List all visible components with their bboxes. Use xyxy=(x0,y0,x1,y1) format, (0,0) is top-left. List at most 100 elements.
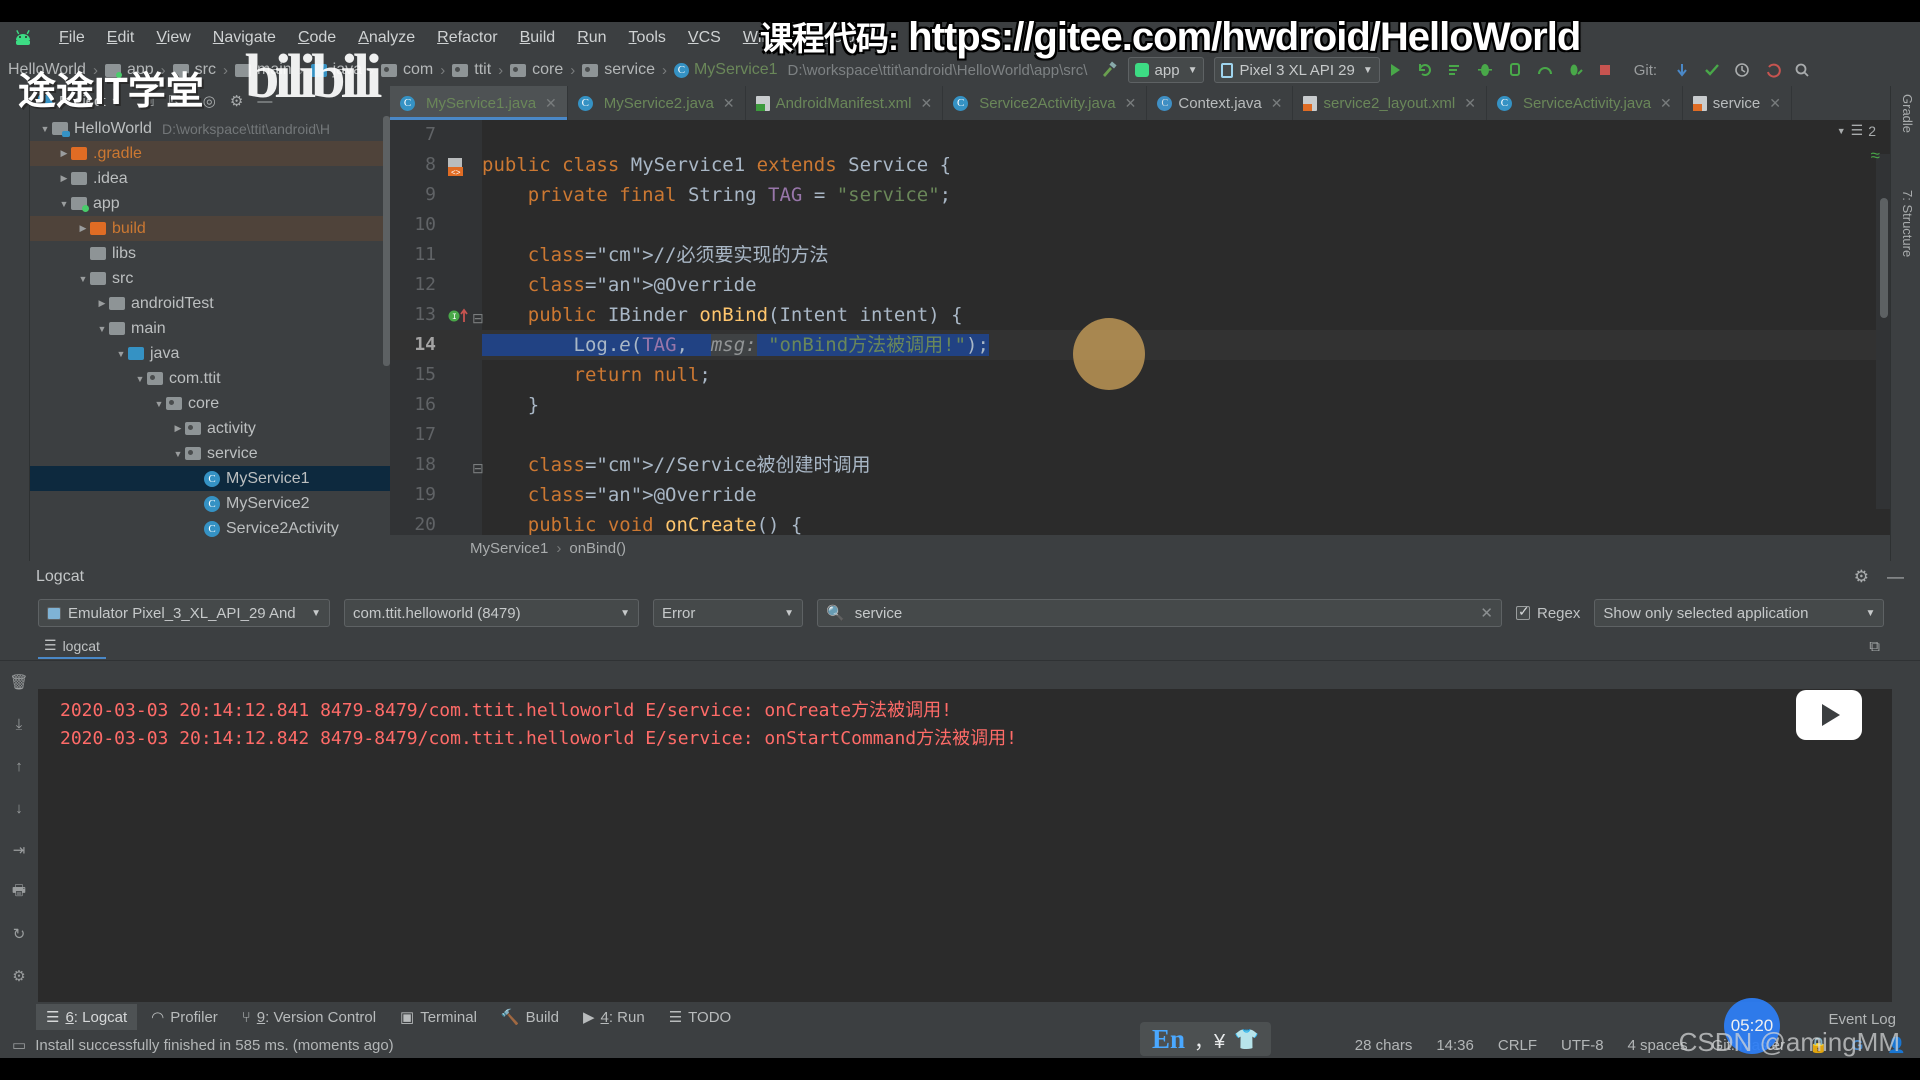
clothes-icon[interactable]: 👕 xyxy=(1234,1027,1259,1052)
bottom-tab-profiler[interactable]: ◠ Profiler xyxy=(141,1004,228,1030)
editor-tab-service[interactable]: service ✕ xyxy=(1683,86,1793,120)
close-icon[interactable]: ✕ xyxy=(1464,95,1476,112)
code-line[interactable]: class="an">@Override xyxy=(482,270,1890,300)
menu-item-build[interactable]: Build xyxy=(509,27,567,49)
update-project-icon[interactable] xyxy=(1667,57,1697,83)
log-level-dropdown[interactable]: Error ▼ xyxy=(653,599,803,627)
menu-item-refactor[interactable]: Refactor xyxy=(426,27,508,49)
device-filter-dropdown[interactable]: Emulator Pixel_3_XL_API_29 And ▼ xyxy=(38,599,330,627)
editor-tab-myservice2-java[interactable]: C MyService2.java ✕ xyxy=(568,86,746,120)
editor-breadcrumb[interactable]: MyService1 › onBind() xyxy=(390,535,1890,561)
status-encoding[interactable]: UTF-8 xyxy=(1561,1037,1604,1054)
apply-changes-icon[interactable] xyxy=(1440,57,1470,83)
logcat-output[interactable]: 2020-03-03 20:14:12.841 8479-8479/com.tt… xyxy=(38,689,1892,1012)
code-line[interactable]: return null; xyxy=(482,360,1890,390)
tree-node-com-ttit[interactable]: ▼ com.ttit xyxy=(30,366,390,391)
editor-tab-myservice1-java[interactable]: C MyService1.java ✕ xyxy=(390,86,568,120)
bean-marker-icon[interactable]: <> xyxy=(445,156,467,182)
tree-expander-icon[interactable]: ▼ xyxy=(133,374,147,384)
tree-node-build[interactable]: ▶ build xyxy=(30,216,390,241)
code-line[interactable]: public IBinder onBind(Intent intent) { xyxy=(482,300,1890,330)
code-line[interactable] xyxy=(482,210,1890,240)
project-tree[interactable]: ▼ HelloWorld D:\workspace\ttit\android\H ▶.… xyxy=(30,116,390,561)
breadcrumb-method[interactable]: onBind() xyxy=(569,540,626,557)
scroll-to-end-icon[interactable]: ⤓ xyxy=(8,713,30,735)
tree-expander-icon[interactable]: ▶ xyxy=(76,223,90,234)
code-editor[interactable]: 7 8 9 10 11 12 13 14 15 16 17 18 19 20 <> I ⊟ ⊟ publi… xyxy=(390,120,1890,535)
tree-node-myservice2[interactable]: C MyService2 xyxy=(30,491,390,516)
build-hammer-icon[interactable] xyxy=(1094,57,1124,83)
split-view-icon[interactable]: ⧉ xyxy=(1869,638,1880,655)
override-method-marker-icon[interactable]: I xyxy=(448,308,474,328)
code-text[interactable]: public class MyService1 extends Service … xyxy=(482,120,1890,535)
tree-node-libs[interactable]: libs xyxy=(30,241,390,266)
rerun-icon[interactable] xyxy=(1410,57,1440,83)
commit-icon[interactable] xyxy=(1697,57,1727,83)
tree-expander-icon[interactable]: ▼ xyxy=(76,274,90,284)
search-everywhere-icon[interactable] xyxy=(1787,57,1817,83)
run-configuration-selector[interactable]: app ▼ xyxy=(1127,57,1205,83)
tree-node-app[interactable]: ▼ app xyxy=(30,191,390,216)
menu-item-run[interactable]: Run xyxy=(566,27,617,49)
tree-node-service2activity[interactable]: C Service2Activity xyxy=(30,516,390,541)
breadcrumb-item-myservice1[interactable]: C MyService1 xyxy=(673,61,778,79)
code-line[interactable] xyxy=(482,420,1890,450)
code-line[interactable]: public class MyService1 extends Service … xyxy=(482,150,1890,180)
logcat-search-input[interactable]: 🔍 service ✕ xyxy=(817,599,1502,627)
tree-node--idea[interactable]: ▶ .idea xyxy=(30,166,390,191)
status-caret-position[interactable]: 14:36 xyxy=(1436,1037,1474,1054)
tree-node-activity[interactable]: ▶ activity xyxy=(30,416,390,441)
soft-wrap-icon[interactable]: ⇥ xyxy=(8,839,30,861)
tree-expander-icon[interactable]: ▶ xyxy=(57,173,71,184)
breadcrumb-class[interactable]: MyService1 xyxy=(470,540,548,557)
tree-node-main[interactable]: ▼ main xyxy=(30,316,390,341)
tree-expander-icon[interactable]: ▶ xyxy=(171,423,185,434)
code-line[interactable]: class="cm">//必须要实现的方法 xyxy=(482,240,1890,270)
sidebar-tab-structure[interactable]: 7: Structure xyxy=(1894,186,1920,314)
tree-node-androidtest[interactable]: ▶ androidTest xyxy=(30,291,390,316)
clear-search-icon[interactable]: ✕ xyxy=(1480,604,1493,622)
breadcrumb-item-core[interactable]: core › xyxy=(510,61,582,79)
settings-gear-icon[interactable]: ⚙ xyxy=(8,965,30,987)
tree-expander-icon[interactable]: ▶ xyxy=(95,298,109,309)
tree-node-src[interactable]: ▼ src xyxy=(30,266,390,291)
down-arrow-icon[interactable]: ↓ xyxy=(8,797,30,819)
code-line[interactable]: private final String TAG = "service"; xyxy=(482,180,1890,210)
tree-expander-icon[interactable]: ▼ xyxy=(95,324,109,334)
stop-icon[interactable] xyxy=(1590,57,1620,83)
event-log-button[interactable]: Event Log xyxy=(1828,1011,1896,1028)
error-stripe-marker[interactable] xyxy=(1876,154,1890,509)
profiler-icon[interactable] xyxy=(1530,57,1560,83)
close-icon[interactable]: ✕ xyxy=(723,95,735,112)
tree-expander-icon[interactable]: ▶ xyxy=(57,148,71,159)
editor-tab-context-java[interactable]: C Context.java ✕ xyxy=(1147,86,1294,120)
menu-item-edit[interactable]: Edit xyxy=(96,27,146,49)
editor-scrollbar[interactable] xyxy=(1880,198,1888,318)
close-icon[interactable]: ✕ xyxy=(1660,95,1672,112)
tree-node-java[interactable]: ▼ java xyxy=(30,341,390,366)
close-icon[interactable]: ✕ xyxy=(1769,95,1781,112)
bottom-tab-6--logcat[interactable]: ☰ 6: Logcat xyxy=(36,1004,138,1030)
run-icon[interactable] xyxy=(1380,57,1410,83)
code-line[interactable]: class="cm">//Service被创建时调用 xyxy=(482,450,1890,480)
trash-icon[interactable]: 🗑 xyxy=(8,671,30,693)
regex-checkbox[interactable]: Regex xyxy=(1516,603,1580,622)
code-line[interactable]: class="an">@Override xyxy=(482,480,1890,510)
menu-item-file[interactable]: File xyxy=(48,27,96,49)
print-icon[interactable]: 🖶 xyxy=(8,881,30,903)
up-arrow-icon[interactable]: ↑ xyxy=(8,755,30,777)
tree-node-myservice1[interactable]: C MyService1 xyxy=(30,466,390,491)
tree-expander-icon[interactable]: ▼ xyxy=(38,124,52,134)
editor-tab-androidmanifest-xml[interactable]: AndroidManifest.xml ✕ xyxy=(746,86,944,120)
bottom-tab-build[interactable]: 🔨 Build xyxy=(491,1004,569,1030)
bottom-tab-9--version-control[interactable]: ⑂ 9: Version Control xyxy=(232,1005,386,1030)
device-selector[interactable]: Pixel 3 XL API 29 ▼ xyxy=(1214,57,1380,83)
close-icon[interactable]: ✕ xyxy=(1125,95,1137,112)
tree-node-service[interactable]: ▼ service xyxy=(30,441,390,466)
rollback-icon[interactable] xyxy=(1757,57,1787,83)
restart-icon[interactable]: ↻ xyxy=(8,923,30,945)
bottom-tab-4--run[interactable]: ▶ 4: Run xyxy=(573,1004,655,1030)
tab-logcat[interactable]: ☰ logcat xyxy=(38,634,106,659)
tree-expander-icon[interactable]: ▼ xyxy=(114,349,128,359)
sidebar-tab-gradle[interactable]: Gradle xyxy=(1894,90,1920,176)
